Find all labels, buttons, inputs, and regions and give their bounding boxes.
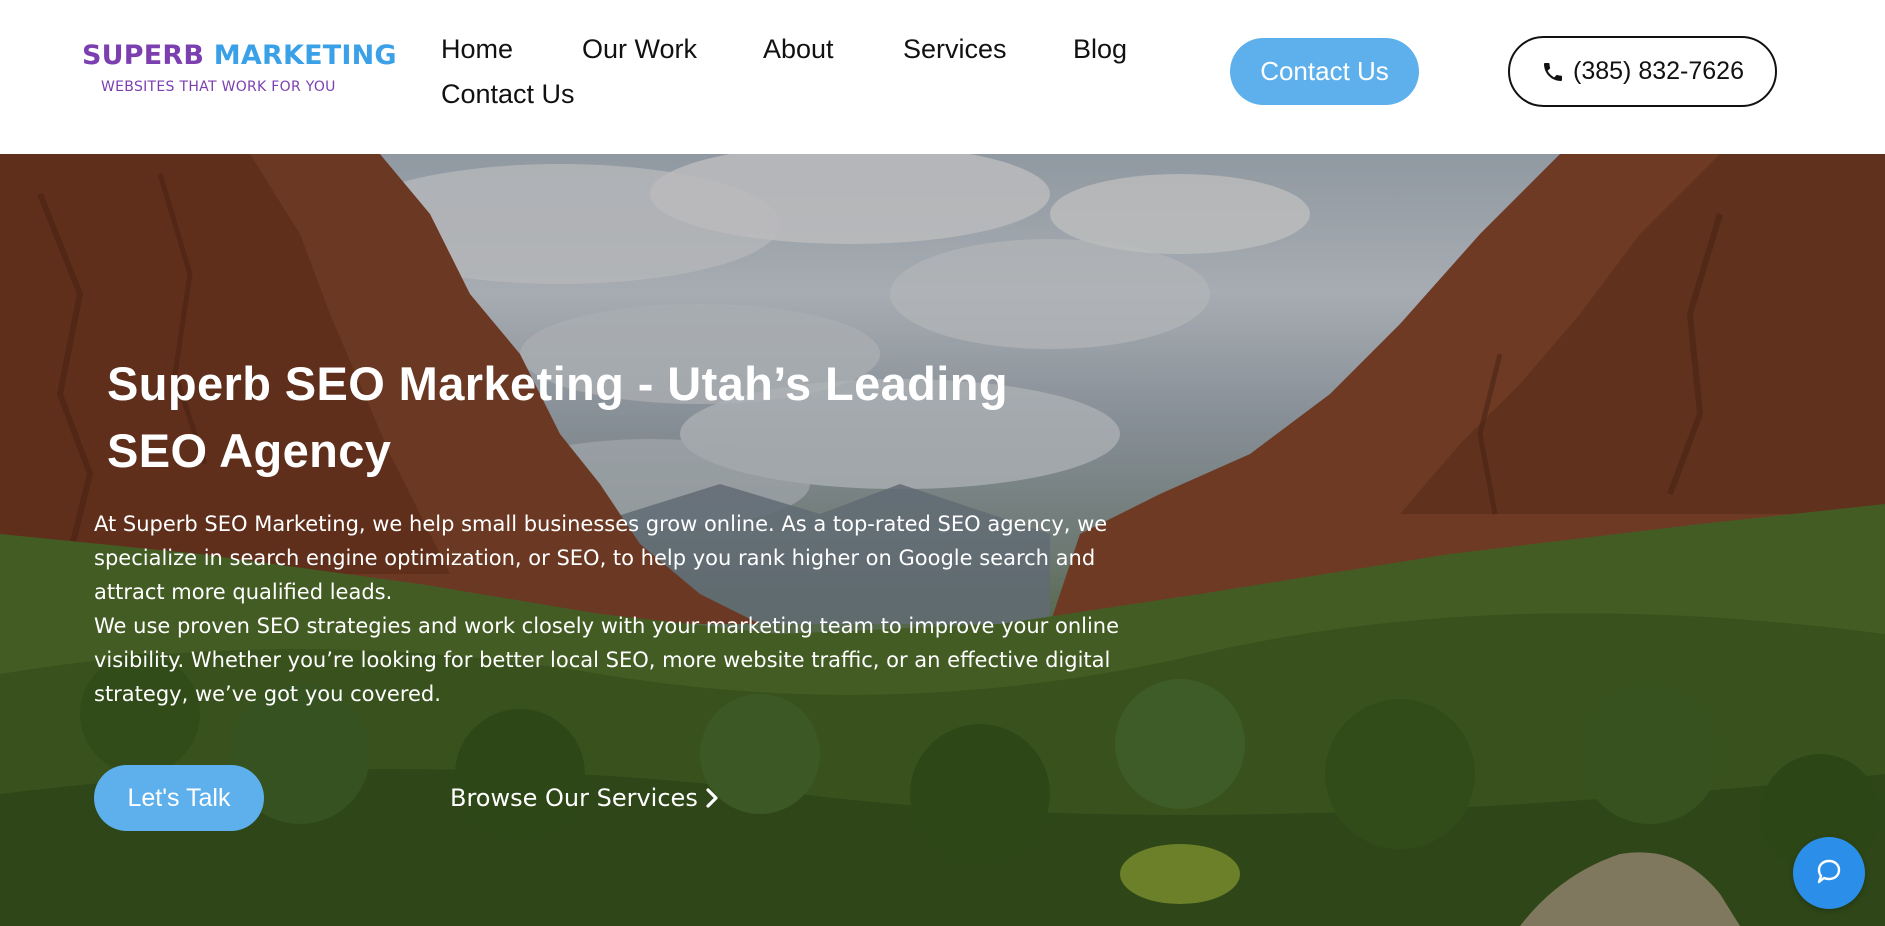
chat-widget-button[interactable] <box>1793 837 1865 909</box>
lets-talk-button[interactable]: Let's Talk <box>94 765 264 831</box>
hero-paragraph-2: We use proven SEO strategies and work cl… <box>94 614 1120 706</box>
browse-services-link[interactable]: Browse Our Services <box>450 781 720 815</box>
site-header: SUPERB MARKETING WEBSITES THAT WORK FOR … <box>0 0 1885 154</box>
logo-wordmark: SUPERB MARKETING <box>82 40 397 71</box>
nav-item-home[interactable]: Home <box>441 36 513 63</box>
logo-word-marketing: MARKETING <box>213 40 397 71</box>
phone-icon <box>1544 62 1563 81</box>
logo-word-superb: SUPERB <box>82 40 205 71</box>
logo-tagline: WEBSITES THAT WORK FOR YOU <box>101 79 336 95</box>
phone-number: (385) 832-7626 <box>1573 57 1744 85</box>
nav-item-about[interactable]: About <box>763 36 834 63</box>
nav-item-blog[interactable]: Blog <box>1073 36 1127 63</box>
browse-services-label: Browse Our Services <box>450 784 698 812</box>
hero-title: Superb SEO Marketing - Utah’s Leading SE… <box>107 357 1008 477</box>
site-logo[interactable]: SUPERB MARKETING WEBSITES THAT WORK FOR … <box>82 40 397 100</box>
phone-button[interactable]: (385) 832-7626 <box>1508 36 1777 107</box>
contact-us-button[interactable]: Contact Us <box>1230 38 1419 105</box>
chat-bubble-icon <box>1817 859 1841 884</box>
chevron-right-icon <box>706 788 718 808</box>
hero-section: Superb SEO Marketing - Utah’s Leading SE… <box>0 154 1885 926</box>
hero-paragraph-1: At Superb SEO Marketing, we help small b… <box>94 512 1108 604</box>
nav-item-our-work[interactable]: Our Work <box>582 36 697 63</box>
nav-item-contact-us[interactable]: Contact Us <box>441 81 575 108</box>
nav-item-services[interactable]: Services <box>903 36 1007 63</box>
